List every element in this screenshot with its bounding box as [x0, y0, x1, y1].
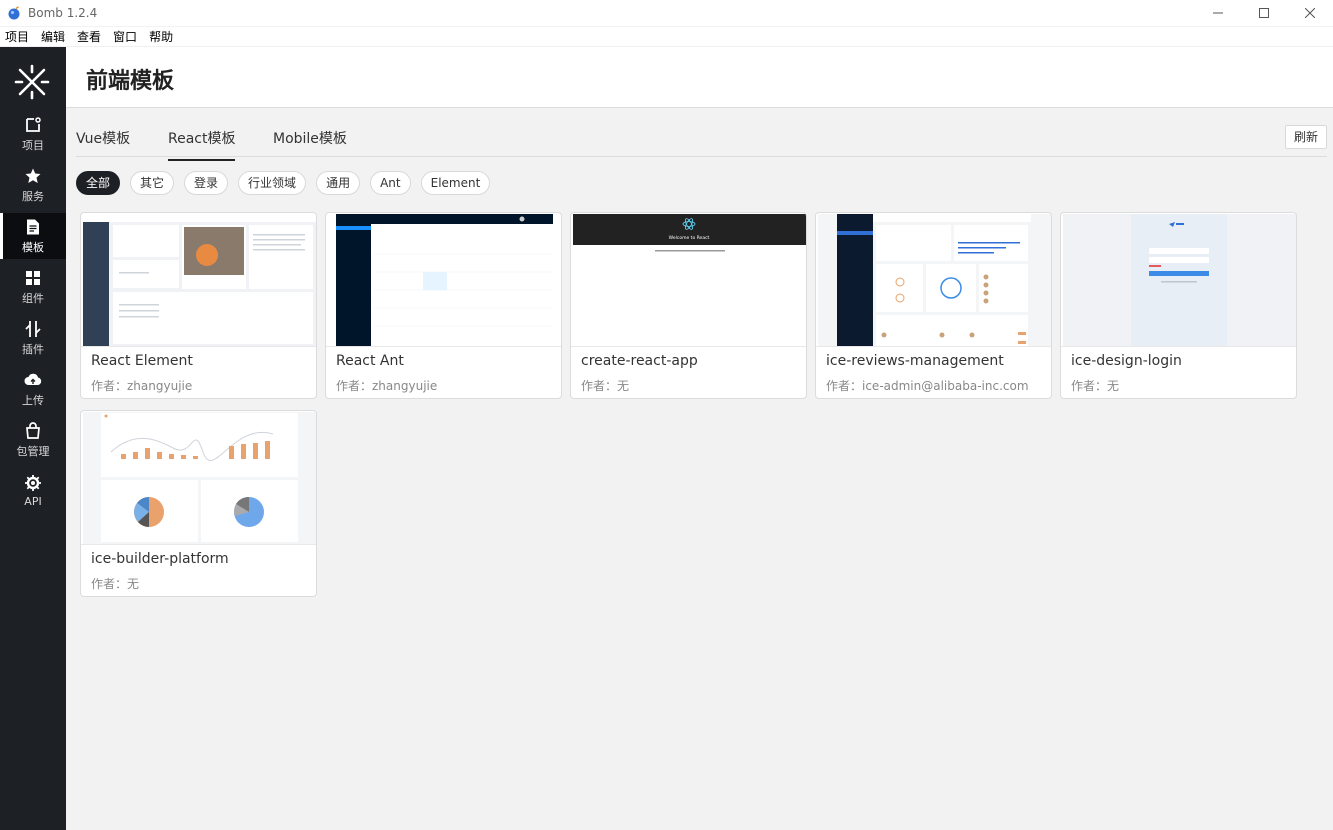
- sidebar-item-template[interactable]: 模板: [0, 213, 66, 259]
- filter-element[interactable]: Element: [420, 171, 491, 195]
- app-logo-icon: [8, 6, 20, 20]
- template-thumbnail: Welcome to React: [573, 214, 806, 346]
- sidebar-item-component[interactable]: 组件: [0, 264, 66, 310]
- maximize-button[interactable]: [1241, 0, 1287, 26]
- project-icon: [26, 116, 41, 132]
- menu-project[interactable]: 项目: [5, 28, 29, 45]
- template-author: 作者：ice-admin@alibaba-inc.com: [826, 379, 1029, 393]
- minimize-button[interactable]: [1195, 0, 1241, 26]
- sidebar-item-upload[interactable]: 上传: [0, 366, 66, 412]
- package-icon: [26, 421, 40, 439]
- sidebar-item-label: 包管理: [16, 444, 50, 458]
- template-author: 作者：zhangyujie: [336, 379, 438, 393]
- sidebar-item-label: 项目: [22, 138, 44, 152]
- sidebar-item-service[interactable]: 服务: [0, 162, 66, 208]
- sidebar-item-project[interactable]: 项目: [0, 111, 66, 157]
- template-card-react-element[interactable]: React Element 作者：zhangyujie: [80, 212, 317, 399]
- sidebar-item-label: 服务: [22, 189, 44, 203]
- sidebar-item-plugin[interactable]: 插件: [0, 315, 66, 361]
- template-author: 作者：无: [1071, 379, 1120, 393]
- sidebar-item-package[interactable]: 包管理: [0, 417, 66, 463]
- cloud-upload-icon: [24, 373, 42, 385]
- grid-icon: [26, 270, 40, 285]
- template-thumbnail: [1063, 214, 1296, 346]
- title-bar: Bomb 1.2.4: [0, 0, 1333, 26]
- filter-industry[interactable]: 行业领域: [238, 171, 307, 195]
- menu-bar: 项目 编辑 查看 窗口 帮助: [0, 27, 1333, 47]
- template-title: create-react-app: [581, 353, 698, 369]
- tab-react[interactable]: React模板: [168, 128, 236, 161]
- close-button[interactable]: [1287, 0, 1333, 26]
- sidebar-item-label: 模板: [22, 240, 44, 254]
- window-title: Bomb 1.2.4: [28, 6, 98, 20]
- sidebar-item-api[interactable]: API: [0, 468, 66, 514]
- template-title: React Element: [91, 353, 193, 369]
- template-card-ice-design-login[interactable]: ice-design-login 作者：无: [1060, 212, 1297, 399]
- template-thumbnail: [83, 412, 316, 544]
- template-title: ice-reviews-management: [826, 353, 1004, 369]
- star-icon: [25, 168, 41, 183]
- template-thumbnail: [328, 214, 561, 346]
- template-author: 作者：无: [581, 379, 630, 393]
- api-icon: [25, 475, 41, 491]
- template-author: 作者：无: [91, 577, 140, 591]
- menu-view[interactable]: 查看: [77, 28, 101, 45]
- filter-ant[interactable]: Ant: [370, 171, 411, 195]
- template-thumbnail: [83, 214, 316, 346]
- menu-edit[interactable]: 编辑: [41, 28, 65, 45]
- sidebar: 项目 服务 模板 组件 插件 上传 包管理 API: [0, 47, 66, 830]
- template-tabs: Vue模板 React模板 Mobile模板 刷新: [76, 116, 1327, 161]
- filter-all[interactable]: 全部: [76, 171, 121, 195]
- refresh-button[interactable]: 刷新: [1284, 125, 1327, 149]
- category-filters: 全部 其它 登录 行业领域 通用 Ant Element: [76, 171, 500, 195]
- filter-general[interactable]: 通用: [316, 171, 361, 195]
- template-author: 作者：zhangyujie: [91, 379, 193, 393]
- tab-vue[interactable]: Vue模板: [76, 128, 130, 159]
- template-card-react-ant[interactable]: React Ant 作者：zhangyujie: [325, 212, 562, 399]
- page-title: 前端模板: [86, 69, 175, 94]
- bomb-logo-icon: [14, 64, 50, 100]
- menu-help[interactable]: 帮助: [149, 28, 173, 45]
- template-card-ice-reviews-management[interactable]: ice-reviews-management 作者：ice-admin@alib…: [815, 212, 1052, 399]
- sidebar-item-label: 组件: [22, 291, 44, 305]
- template-card-create-react-app[interactable]: Welcome to React create-react-app 作者：无: [570, 212, 807, 399]
- sidebar-item-label: API: [24, 495, 42, 508]
- menu-window[interactable]: 窗口: [113, 28, 137, 45]
- template-title: ice-design-login: [1071, 353, 1182, 369]
- page-header: 前端模板: [66, 47, 1333, 108]
- sidebar-item-label: 上传: [22, 393, 44, 407]
- sidebar-item-label: 插件: [22, 342, 44, 356]
- welcome-text: Welcome to React: [669, 235, 710, 241]
- tab-mobile[interactable]: Mobile模板: [273, 128, 347, 159]
- minimize-icon: [1213, 12, 1223, 14]
- template-title: ice-builder-platform: [91, 551, 229, 567]
- template-title: React Ant: [336, 353, 404, 369]
- template-card-ice-builder-platform[interactable]: ice-builder-platform 作者：无: [80, 410, 317, 597]
- maximize-icon: [1259, 8, 1269, 18]
- filter-other[interactable]: 其它: [130, 171, 175, 195]
- filter-login[interactable]: 登录: [184, 171, 229, 195]
- plugin-icon: [25, 320, 41, 337]
- template-thumbnail: [818, 214, 1051, 346]
- document-icon: [27, 219, 39, 234]
- close-icon: [1305, 8, 1315, 18]
